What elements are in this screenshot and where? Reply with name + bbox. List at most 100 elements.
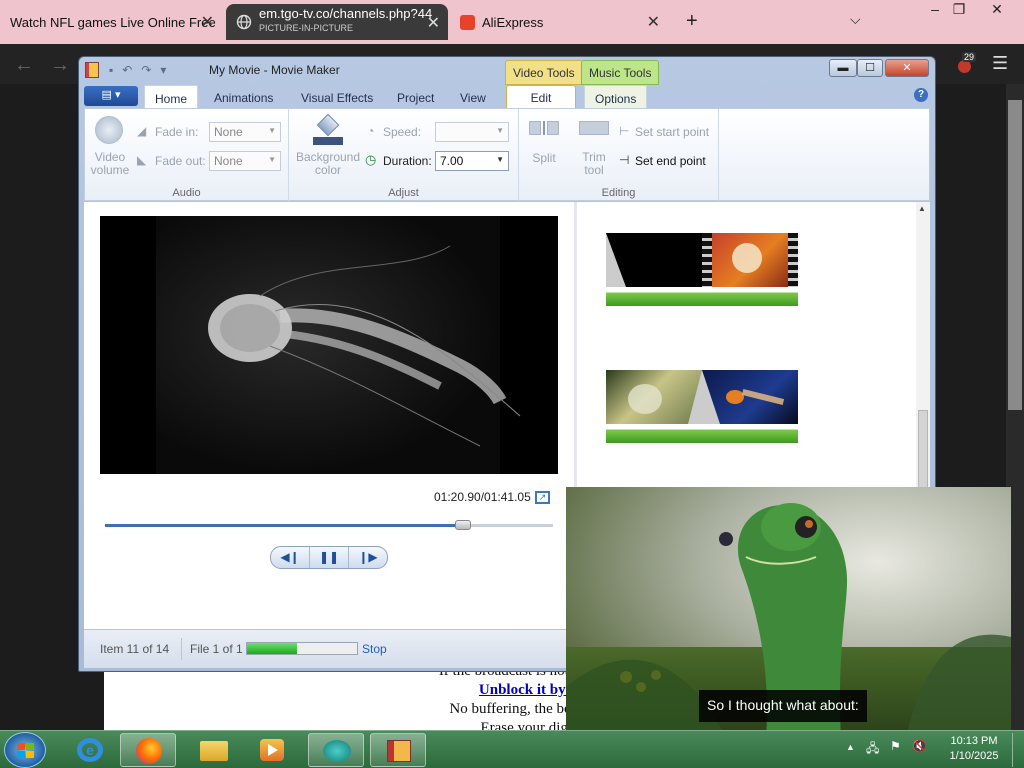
forward-arrow-icon[interactable]: → [50, 54, 70, 77]
previous-frame-icon[interactable]: ◀❙ [271, 547, 310, 568]
tab-project[interactable]: Project [387, 85, 444, 108]
movie-maker-taskbar-icon[interactable] [370, 733, 426, 767]
close-tab-icon[interactable]: ✕ [427, 13, 440, 33]
back-arrow-icon[interactable]: ← [14, 54, 34, 77]
fade-in-icon: ◢ [137, 124, 147, 138]
window-title: My Movie - Movie Maker [209, 63, 340, 77]
duration-label: Duration: [383, 154, 432, 168]
close-button[interactable]: ✕ [885, 59, 929, 77]
tab-home[interactable]: Home [144, 85, 199, 108]
tab-nfl[interactable]: Watch NFL games Live Online Free ✕ [0, 0, 222, 44]
duration-dropdown[interactable]: 7.00 ▼ [435, 151, 509, 171]
picture-in-picture-taskbar-icon[interactable] [308, 733, 364, 767]
tab-aliexpress[interactable]: AliExpress ✕ [452, 0, 668, 44]
application-menu-button[interactable]: ▤ ▾ [84, 86, 138, 106]
fade-in-value: None [214, 125, 243, 139]
speaker-volume-icon[interactable] [95, 116, 123, 144]
new-tab-button[interactable]: + [686, 10, 698, 33]
trim-tool-icon[interactable] [579, 121, 609, 135]
save-icon[interactable]: ▪ [109, 63, 113, 77]
restore-icon[interactable]: ❐ [942, 0, 976, 20]
clip-thumbnail[interactable] [606, 370, 702, 424]
show-desktop-button[interactable] [1012, 733, 1022, 767]
clip-thumbnail[interactable] [702, 233, 798, 287]
firefox-icon[interactable] [120, 733, 176, 767]
chevron-down-icon: ▼ [496, 126, 504, 135]
tab-list-chevron-icon[interactable]: ⌵ [850, 11, 861, 28]
clip-thumbnail[interactable] [606, 233, 702, 287]
tab-edit[interactable]: Edit [506, 85, 576, 108]
next-frame-icon[interactable]: ❙▶ [349, 547, 387, 568]
extension-badge: 29 [962, 52, 977, 62]
undo-icon[interactable]: ↶ [122, 63, 132, 77]
set-end-point-icon: ⊣ [619, 153, 630, 167]
extension-icon[interactable]: 29 [956, 52, 977, 74]
menu-icon[interactable]: ☰ [992, 53, 1008, 74]
stop-button[interactable]: Stop [362, 642, 387, 656]
file-explorer-icon[interactable] [186, 733, 242, 767]
speed-dropdown[interactable]: ▼ [435, 122, 509, 142]
close-window-icon[interactable]: ✕ [980, 0, 1014, 20]
tab-title: AliExpress [482, 14, 544, 30]
fade-in-dropdown[interactable]: None ▼ [209, 122, 281, 142]
network-icon[interactable]: 🖧 [866, 739, 879, 760]
ribbon-tab-row: ▤ ▾ Home Animations Visual Effects Proje… [84, 85, 930, 108]
media-player-icon[interactable] [244, 733, 300, 767]
redo-icon[interactable]: ↷ [141, 63, 151, 77]
ribbon: Video volume ◢ Fade in: None ▼ ◣ Fade out… [84, 108, 930, 201]
close-tab-icon[interactable]: ✕ [647, 12, 660, 32]
audio-group: Video volume ◢ Fade in: None ▼ ◣ Fade out… [85, 109, 289, 201]
page-scrollbar-thumb[interactable] [1008, 100, 1022, 410]
video-preview[interactable] [100, 216, 558, 474]
maximize-button[interactable]: ☐ [857, 59, 883, 77]
tab-visual-effects[interactable]: Visual Effects [291, 85, 383, 108]
set-end-point-button[interactable]: Set end point [635, 154, 706, 168]
jellyfish-frame [208, 245, 521, 447]
globe-icon [236, 14, 252, 30]
set-start-point-button[interactable]: Set start point [635, 125, 709, 139]
fade-out-label: Fade out: [155, 154, 206, 168]
pause-icon[interactable]: ❚❚ [310, 547, 349, 568]
background-color-label[interactable]: Background color [291, 151, 365, 177]
video-volume-label[interactable]: Video volume [87, 151, 133, 177]
close-tab-icon[interactable]: ✕ [201, 12, 214, 32]
audio-track[interactable] [606, 288, 798, 306]
expand-preview-icon[interactable]: ↗ [535, 491, 550, 504]
chevron-down-icon: ▼ [268, 155, 276, 164]
fade-out-value: None [214, 154, 243, 168]
tab-view[interactable]: View [450, 85, 496, 108]
help-icon[interactable]: ? [914, 88, 928, 102]
playback-controls: ◀❙ ❚❚ ❙▶ [270, 546, 388, 569]
system-clock[interactable]: 10:13 PM 1/10/2025 [940, 734, 1008, 764]
fade-in-label: Fade in: [155, 125, 199, 139]
internet-explorer-icon[interactable]: e [62, 733, 118, 767]
start-button[interactable] [4, 732, 46, 768]
adjust-group-label: Adjust [388, 187, 419, 199]
scroll-up-icon[interactable]: ▲ [918, 204, 926, 213]
seek-bar-thumb[interactable] [455, 520, 472, 530]
clock-time: 10:13 PM [950, 735, 998, 747]
clip-thumbnail[interactable] [702, 370, 798, 424]
split-label[interactable]: Split [527, 151, 561, 165]
tab-animations[interactable]: Animations [204, 85, 283, 108]
tab-channels[interactable]: em.tgo-tv.co/channels.php?44 PICTURE-IN-… [226, 4, 448, 40]
movie-maker-app-icon [85, 62, 99, 78]
minimize-button[interactable]: ▬ [829, 59, 857, 77]
fade-out-dropdown[interactable]: None ▼ [209, 151, 281, 171]
show-hidden-icons-icon[interactable]: ▲ [846, 742, 855, 752]
tab-options[interactable]: Options [584, 85, 648, 108]
duration-value: 7.00 [440, 154, 464, 168]
adjust-group: Background color ◔ Speed: ▼ ◷ Duration: … [289, 109, 519, 201]
action-center-flag-icon[interactable]: ⚑ [890, 739, 901, 753]
volume-muted-icon[interactable]: 🔇 [912, 739, 927, 753]
split-icon[interactable] [529, 121, 559, 135]
paint-bucket-icon[interactable] [313, 113, 343, 145]
video-caption: So I thought what about: [699, 690, 867, 722]
tab-title: em.tgo-tv.co/channels.php?44 [259, 6, 433, 21]
customize-toolbar-icon[interactable]: ▾ [160, 63, 166, 77]
seek-bar[interactable] [105, 520, 553, 530]
speed-icon: ◔ [367, 124, 375, 138]
audio-track[interactable] [606, 425, 798, 443]
aliexpress-icon [460, 14, 475, 30]
trim-tool-label[interactable]: Trim tool [575, 151, 613, 177]
